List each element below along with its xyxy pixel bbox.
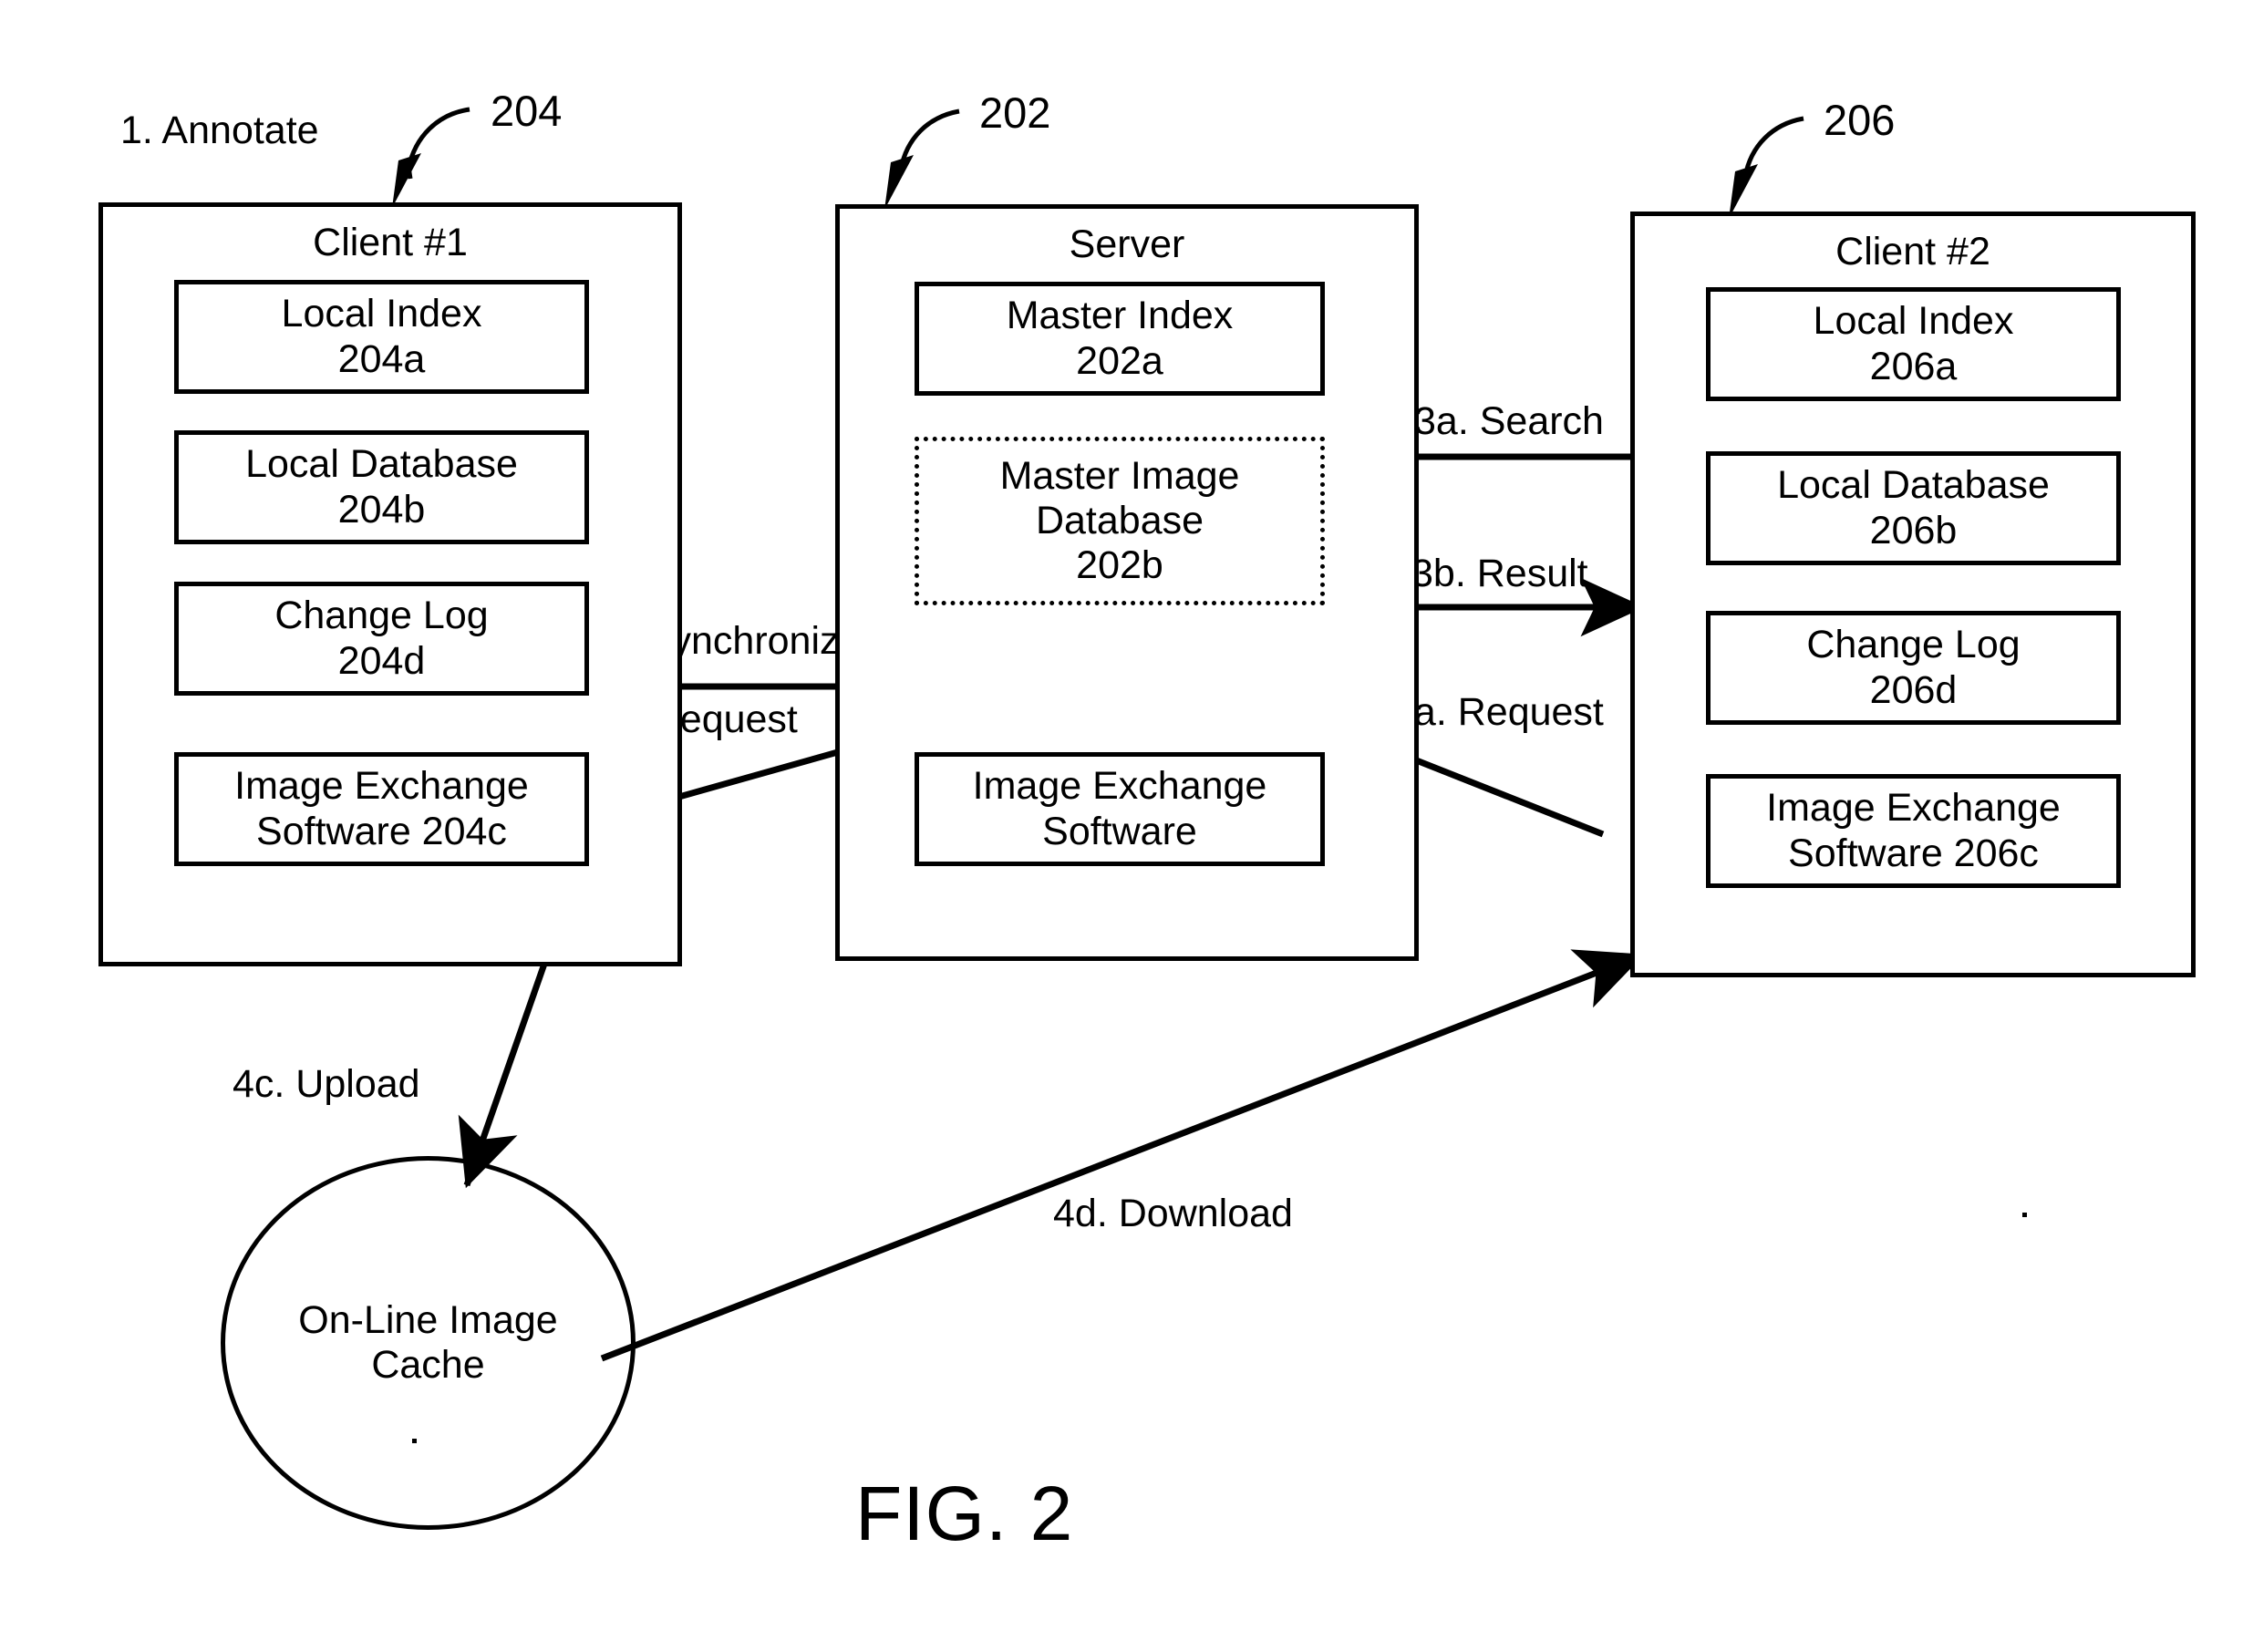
arrow-download-4d — [600, 949, 1645, 1362]
ref-numeral-202: 202 — [979, 88, 1051, 137]
ref-numeral-204: 204 — [491, 87, 563, 135]
component-line-2: 202a — [1076, 338, 1163, 383]
edge-label-annotate: 1. Annotate — [120, 108, 319, 152]
component-line-1: Master Image — [999, 453, 1240, 498]
component-line-3: 202b — [1076, 543, 1163, 587]
component-image-exchange-software-206c[interactable]: Image Exchange Software 206c — [1706, 774, 2121, 888]
component-image-exchange-software-server[interactable]: Image Exchange Software — [915, 752, 1325, 866]
component-change-log-206d[interactable]: Change Log 206d — [1706, 611, 2121, 725]
node-title-client-2: Client #2 — [1835, 230, 1990, 274]
component-line-2: Software 204c — [256, 809, 507, 853]
component-line-1: Change Log — [274, 594, 489, 638]
component-local-database-204b[interactable]: Local Database 204b — [174, 430, 589, 544]
leader-line-202 — [898, 108, 960, 170]
node-server[interactable]: Server Master Index 202a Master Image Da… — [835, 204, 1419, 961]
component-line-1: Image Exchange — [1766, 786, 2061, 831]
component-master-image-database-202b[interactable]: Master Image Database 202b — [915, 437, 1325, 605]
component-change-log-204d[interactable]: Change Log 204d — [174, 582, 589, 696]
component-line-2: 206b — [1869, 508, 1958, 552]
edge-label-result: 3b. Result — [1411, 552, 1588, 595]
component-line-2: 204b — [337, 487, 426, 532]
component-line-1: Image Exchange — [972, 764, 1267, 809]
component-master-index-202a[interactable]: Master Index 202a — [915, 282, 1325, 396]
component-local-index-206a[interactable]: Local Index 206a — [1706, 287, 2121, 401]
node-title-server: Server — [1069, 222, 1185, 266]
scan-speck — [2022, 1213, 2027, 1217]
patent-figure: 204 202 206 1. Annotate 2. Synchronize 4… — [0, 0, 2243, 1652]
leader-line-204 — [406, 107, 470, 170]
component-local-database-206b[interactable]: Local Database 206b — [1706, 451, 2121, 565]
component-line-1: Local Index — [281, 292, 482, 336]
component-line-2: Software 206c — [1788, 831, 2039, 875]
figure-caption: FIG. 2 — [855, 1471, 1074, 1556]
edge-label-request-4a: 4a. Request — [1392, 690, 1604, 734]
component-line-1: Change Log — [1806, 623, 2021, 667]
component-line-1: Master Index — [1006, 294, 1234, 338]
edge-label-search: 3a. Search — [1414, 399, 1604, 443]
component-line-1: Local Index — [1813, 299, 2014, 344]
component-image-exchange-software-204c[interactable]: Image Exchange Software 204c — [174, 752, 589, 866]
component-line-1: Image Exchange — [234, 764, 529, 809]
component-line-1: Local Database — [245, 442, 518, 487]
component-line-1: Local Database — [1777, 463, 2050, 508]
component-line-2: Software — [1042, 809, 1197, 853]
ref-numeral-206: 206 — [1824, 96, 1896, 144]
node-client-1[interactable]: Client #1 Local Index 204a Local Databas… — [98, 202, 682, 966]
component-line-2: Database — [1035, 498, 1204, 542]
leader-arrowhead-206 — [1729, 164, 1758, 219]
node-client-2[interactable]: Client #2 Local Index 206a Local Databas… — [1630, 212, 2196, 977]
edge-label-upload: 4c. Upload — [233, 1062, 420, 1106]
component-line-2: 206d — [1869, 667, 1958, 712]
node-title-client-1: Client #1 — [313, 221, 468, 264]
cache-line-2: Cache — [371, 1343, 485, 1387]
component-local-index-204a[interactable]: Local Index 204a — [174, 280, 589, 394]
cache-line-1: On-Line Image — [298, 1297, 558, 1342]
component-line-2: 206a — [1869, 344, 1958, 388]
edge-label-download: 4d. Download — [1053, 1192, 1293, 1235]
component-line-2: 204d — [337, 638, 426, 683]
node-online-image-cache[interactable]: On-Line Image Cache — [221, 1156, 636, 1530]
component-line-2: 204a — [337, 336, 426, 381]
leader-line-206 — [1742, 116, 1804, 178]
leader-arrowhead-204 — [392, 153, 421, 208]
leader-arrowhead-202 — [884, 155, 914, 210]
